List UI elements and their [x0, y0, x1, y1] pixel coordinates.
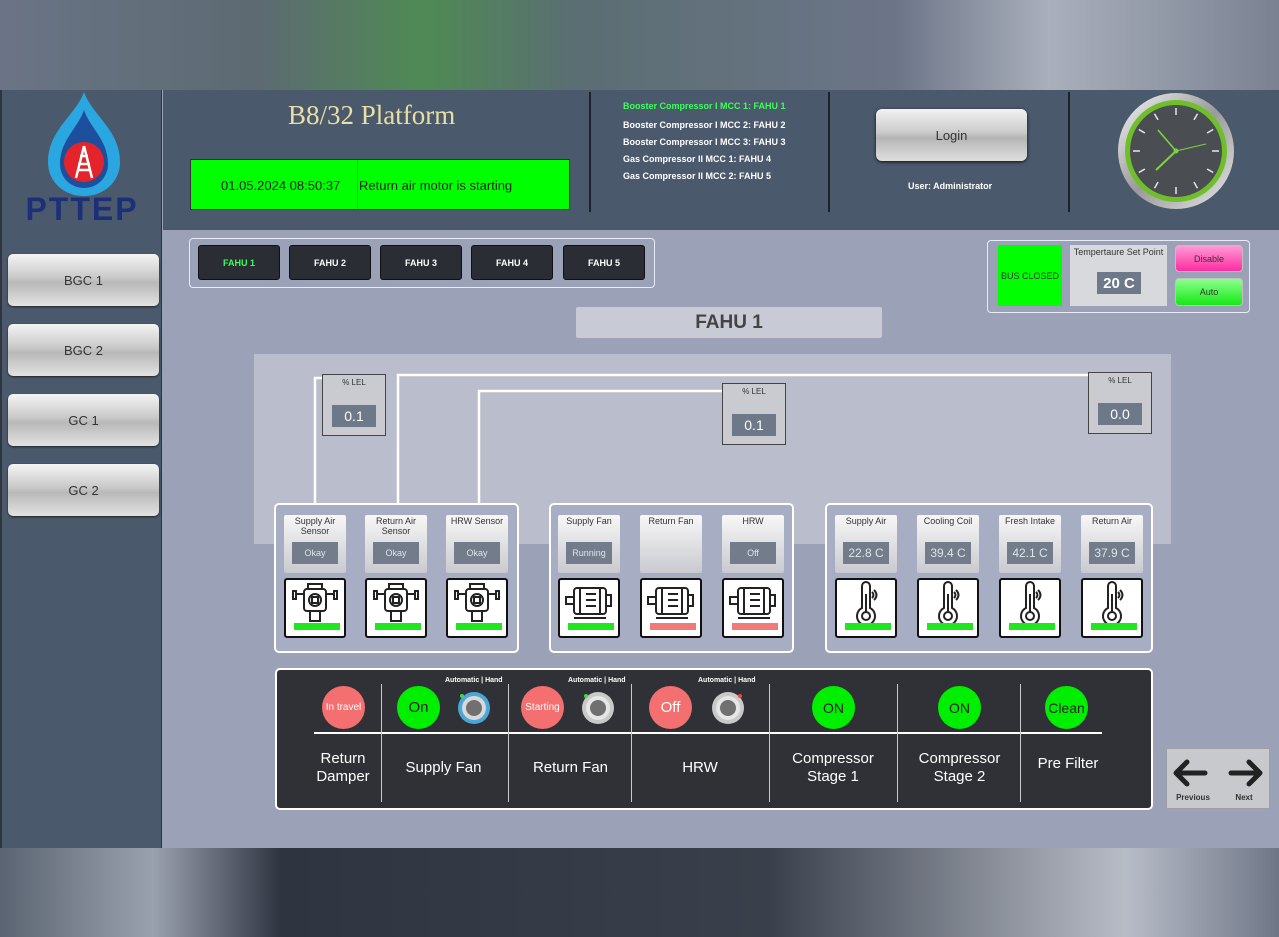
previous-button[interactable]: Previous [1167, 749, 1219, 808]
mode-label: Automatic | Hand [445, 677, 503, 684]
hrw-mode-button[interactable] [711, 691, 745, 725]
lel-gauge-3: % LEL 0.0 [1088, 372, 1152, 434]
status-bar-green [375, 623, 421, 630]
pre-filter-label: Pre Filter [1037, 755, 1099, 772]
hrw-state: Off [649, 686, 692, 729]
device-label: Return Fan [648, 516, 694, 526]
lel-gauge-1: % LEL 0.1 [322, 374, 386, 436]
device-label: Supply Air [845, 516, 887, 526]
control-column-divider [897, 684, 898, 802]
control-column-divider [769, 684, 770, 802]
status-bar-green [927, 623, 973, 630]
control-divider-line [314, 732, 1102, 734]
device-label: Cooling Coil [923, 516, 973, 526]
return-fan-mode-button[interactable] [581, 691, 615, 725]
compressor-stage1-label: Compressor Stage 1 [792, 750, 874, 785]
supply-fan-state: On [397, 686, 440, 729]
lel-value: 0.1 [732, 414, 776, 436]
compressor-stage2-label: Compressor Stage 2 [918, 750, 1001, 785]
device-status: Okay [454, 542, 500, 564]
return-damper-state: In travel [322, 686, 365, 729]
return-fan-label: Return Fan [532, 759, 609, 776]
temperature-value: 42.1 C [1007, 542, 1053, 564]
lel-label: % LEL [1108, 376, 1132, 385]
device-label: HRW Sensor [450, 516, 504, 526]
control-column-divider [1020, 684, 1021, 802]
mode-label: Automatic | Hand [698, 677, 756, 684]
status-bar-green [1009, 623, 1055, 630]
status-bar-green [1091, 623, 1137, 630]
supply-fan-mode-button[interactable] [457, 691, 491, 725]
arrow-right-icon [1228, 759, 1263, 787]
status-bar-green [568, 623, 614, 630]
device-label: Return Air Sensor [375, 516, 417, 536]
status-bar-green [845, 623, 891, 630]
status-bar-green [294, 623, 340, 630]
device-status: Okay [292, 542, 338, 564]
mode-label: Automatic | Hand [568, 677, 626, 684]
status-bar-green [456, 623, 502, 630]
lel-value: 0.1 [332, 405, 376, 427]
temperature-value: 37.9 C [1089, 542, 1135, 564]
device-label: Fresh Intake [1004, 516, 1056, 526]
temperature-value: 39.4 C [925, 542, 971, 564]
return-fan-state: Starting [521, 686, 564, 729]
control-column-divider [508, 684, 509, 802]
device-label: HRW [742, 516, 764, 526]
temperature-value: 22.8 C [843, 542, 889, 564]
arrow-left-icon [1173, 759, 1208, 787]
device-label: Return Air [1091, 516, 1133, 526]
compressor-stage1-state: ON [812, 686, 855, 729]
lel-value: 0.0 [1098, 403, 1142, 425]
supply-fan-label: Supply Fan [405, 759, 482, 776]
device-label: Supply Air Sensor [294, 516, 336, 536]
page-navigation: Previous Next [1166, 748, 1270, 809]
lel-gauge-2: % LEL 0.1 [722, 383, 786, 445]
previous-label: Previous [1176, 793, 1210, 802]
hrw-label: HRW [682, 759, 718, 776]
status-bar-red [650, 623, 696, 630]
device-status: Running [566, 542, 612, 564]
compressor-stage2-state: ON [938, 686, 981, 729]
status-bar-red [732, 623, 778, 630]
next-button[interactable]: Next [1219, 749, 1269, 808]
device-label: Supply Fan [566, 516, 612, 526]
lel-label: % LEL [342, 378, 366, 387]
control-column-divider [631, 684, 632, 802]
lel-label: % LEL [742, 387, 766, 396]
device-status: Off [730, 542, 776, 564]
return-damper-label: Return Damper [316, 750, 370, 785]
next-label: Next [1235, 793, 1253, 802]
pre-filter-state: Clean [1045, 686, 1088, 729]
device-status: Okay [373, 542, 419, 564]
